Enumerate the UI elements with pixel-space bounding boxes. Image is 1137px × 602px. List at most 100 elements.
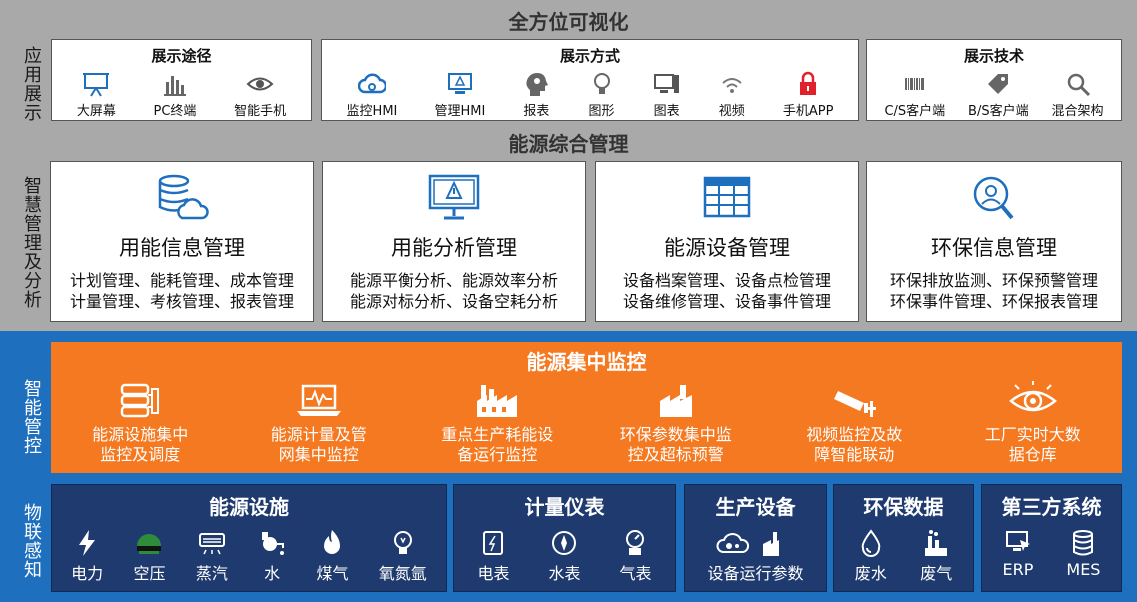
display-mode-item-video: 视频: [718, 70, 746, 119]
sensing-energy-facilities-title: 能源设施: [209, 495, 289, 519]
sensing-item-label: 电表: [477, 564, 510, 583]
cctv-camera-icon: [834, 391, 877, 417]
display-mode-label: 手机APP: [782, 104, 834, 119]
mgmt-card-energy-equipment: 能源设备管理 设备档案管理、设备点检管理 设备维修管理、设备事件管理: [595, 161, 859, 322]
sensing-item-label: 气表: [619, 564, 652, 583]
dome-icon: [137, 534, 162, 554]
sensing-item-label: 电力: [71, 564, 104, 583]
display-path-item-pc: PC终端: [153, 70, 197, 119]
display-tech-label: 混合架构: [1051, 104, 1104, 119]
monitoring-item-line: 控及超标预警: [627, 445, 724, 464]
display-tech-item-bs: B/S客户端: [968, 70, 1029, 119]
display-tech-item-hybrid: 混合架构: [1052, 70, 1104, 119]
display-tech-title: 展示技术: [963, 47, 1024, 65]
mgmt-card-line: 计划管理、能耗管理、成本管理: [69, 271, 294, 290]
sensing-production-title: 生产设备: [715, 495, 796, 519]
sensing-item-water-meter: 水表: [548, 528, 581, 584]
sensing-item-equipment-params: 设备运行参数: [707, 528, 804, 584]
table-grid-icon: [703, 176, 751, 218]
sensing-item-label: 废水: [854, 564, 887, 583]
display-tech-box: 展示技术 C/S客户端 B/S客户端 混合架构: [866, 39, 1122, 121]
tag-icon: [988, 74, 1009, 94]
sensing-item-exhaust: 废气: [920, 528, 952, 584]
sensing-item-erp: ERP: [1002, 528, 1034, 579]
sensing-item-label: 设备运行参数: [707, 564, 804, 583]
sensing-item-electric-meter: 电表: [477, 528, 510, 584]
mgmt-card-line: 环保排放监测、环保预警管理: [889, 271, 1098, 290]
sensing-item-label: 水: [264, 564, 281, 583]
sensing-item-label: MES: [1066, 560, 1101, 579]
display-mode-label: 视频: [718, 104, 745, 119]
monitoring-panel: 能源集中监控 能源设施集中 监控及调度 能源计量及管 网集中监控 重点生产耗能设…: [51, 342, 1122, 473]
server-icon: [121, 383, 160, 418]
sensing-third-party-box: 第三方系统 ERP MES: [981, 484, 1122, 592]
sensing-third-party-title: 第三方系统: [1001, 495, 1102, 519]
monitoring-item-env: 环保参数集中监 控及超标预警: [596, 381, 756, 465]
monitor-cursor-icon: [1005, 531, 1030, 551]
sensing-item-gas-meter: 气表: [619, 528, 652, 584]
electric-meter-icon: [483, 531, 504, 555]
display-path-box: 展示途径 大屏幕 PC终端 智能手机: [51, 39, 312, 121]
layer-label-iot-sensing: 物联感知: [21, 503, 42, 579]
eye-scan-icon: [1008, 381, 1057, 412]
sensing-item-air: 空压: [133, 528, 166, 584]
mgmt-card-energy-info: 用能信息管理 计划管理、能耗管理、成本管理 计量管理、考核管理、报表管理: [50, 161, 314, 322]
sensing-item-oxygen: 氧氮氩: [379, 528, 427, 584]
display-mode-item-mgmt-hmi: 管理HMI: [434, 70, 485, 119]
cloud-gear-factory-icon: [716, 532, 780, 556]
sensing-meters-title: 计量仪表: [524, 495, 605, 519]
display-mode-title: 展示方式: [559, 47, 620, 65]
database-cloud-icon: [158, 174, 209, 220]
display-path-item-screen: 大屏幕: [77, 70, 116, 119]
monitoring-item-line: 视频监控及故: [806, 425, 903, 444]
display-tech-label: B/S客户端: [968, 104, 1029, 119]
title-energy-mgmt: 能源综合管理: [508, 132, 629, 156]
monitoring-item-line: 网集中监控: [278, 445, 359, 464]
factory-icon: [477, 385, 518, 417]
sensing-meters-box: 计量仪表 电表 水表 气表: [453, 484, 676, 592]
sensing-item-label: 水表: [548, 564, 581, 583]
monitoring-item-line: 环保参数集中监: [619, 425, 732, 444]
sensing-production-box: 生产设备 设备运行参数: [684, 484, 827, 592]
database-icon: [1073, 530, 1094, 556]
gas-meter-icon: [626, 530, 645, 555]
display-path-label: PC终端: [153, 104, 197, 119]
mgmt-card-title: 环保信息管理: [931, 236, 1057, 260]
display-path-label: 大屏幕: [76, 104, 116, 119]
bar-chart-icon: [163, 76, 186, 96]
head-gear-icon: [526, 73, 549, 96]
sensing-item-label: 废气: [920, 564, 953, 583]
mgmt-card-energy-analysis: 用能分析管理 能源平衡分析、能源效率分析 能源对标分析、设备空耗分析: [322, 161, 586, 322]
display-mode-label: 监控HMI: [346, 104, 398, 119]
monitor-alert-icon: [428, 174, 480, 220]
flame-icon: [324, 530, 341, 554]
display-mode-item-monitor-hmi: 监控HMI: [346, 70, 398, 119]
sensing-env-data-title: 环保数据: [863, 495, 944, 519]
layer-label-smart-mgmt: 智慧管理及分析: [21, 175, 42, 309]
lightning-icon: [79, 530, 96, 556]
monitoring-item-line: 工厂实时大数: [984, 425, 1081, 444]
architecture-diagram: 应用展示 智慧管理及分析 智能管控 物联感知 全方位可视化 能源综合管理 展示途…: [0, 0, 1137, 602]
sensing-item-label: ERP: [1002, 560, 1034, 579]
display-mode-item-app: 手机APP: [782, 70, 834, 119]
mgmt-card-line: 计量管理、考核管理、报表管理: [69, 292, 294, 311]
title-full-visual: 全方位可视化: [508, 10, 629, 34]
display-path-item-phone: 智能手机: [234, 70, 286, 119]
sensing-item-label: 煤气: [316, 564, 349, 583]
mgmt-card-line: 能源对标分析、设备空耗分析: [349, 292, 558, 311]
display-path-label: 智能手机: [234, 104, 287, 119]
display-tech-item-cs: C/S客户端: [884, 70, 945, 119]
display-mode-label: 图形: [588, 104, 615, 119]
sensing-energy-facilities-box: 能源设施 电力 空压 蒸汽 水 煤气 氧氮氩: [51, 484, 447, 592]
desktop-icon: [653, 74, 679, 93]
eye-icon: [246, 77, 274, 91]
lightbulb-icon: [593, 73, 610, 94]
mgmt-card-line: 设备维修管理、设备事件管理: [622, 292, 831, 311]
mgmt-card-line: 能源平衡分析、能源效率分析: [349, 271, 558, 290]
mgmt-card-env-info: 环保信息管理 环保排放监测、环保预警管理 环保事件管理、环保报表管理: [866, 161, 1122, 322]
sensing-item-wastewater: 废水: [855, 528, 887, 584]
presentation-screen-icon: [83, 73, 110, 97]
sensing-item-label: 空压: [133, 564, 166, 583]
barcode-icon: [904, 78, 924, 90]
display-mode-item-report: 报表: [522, 70, 550, 119]
